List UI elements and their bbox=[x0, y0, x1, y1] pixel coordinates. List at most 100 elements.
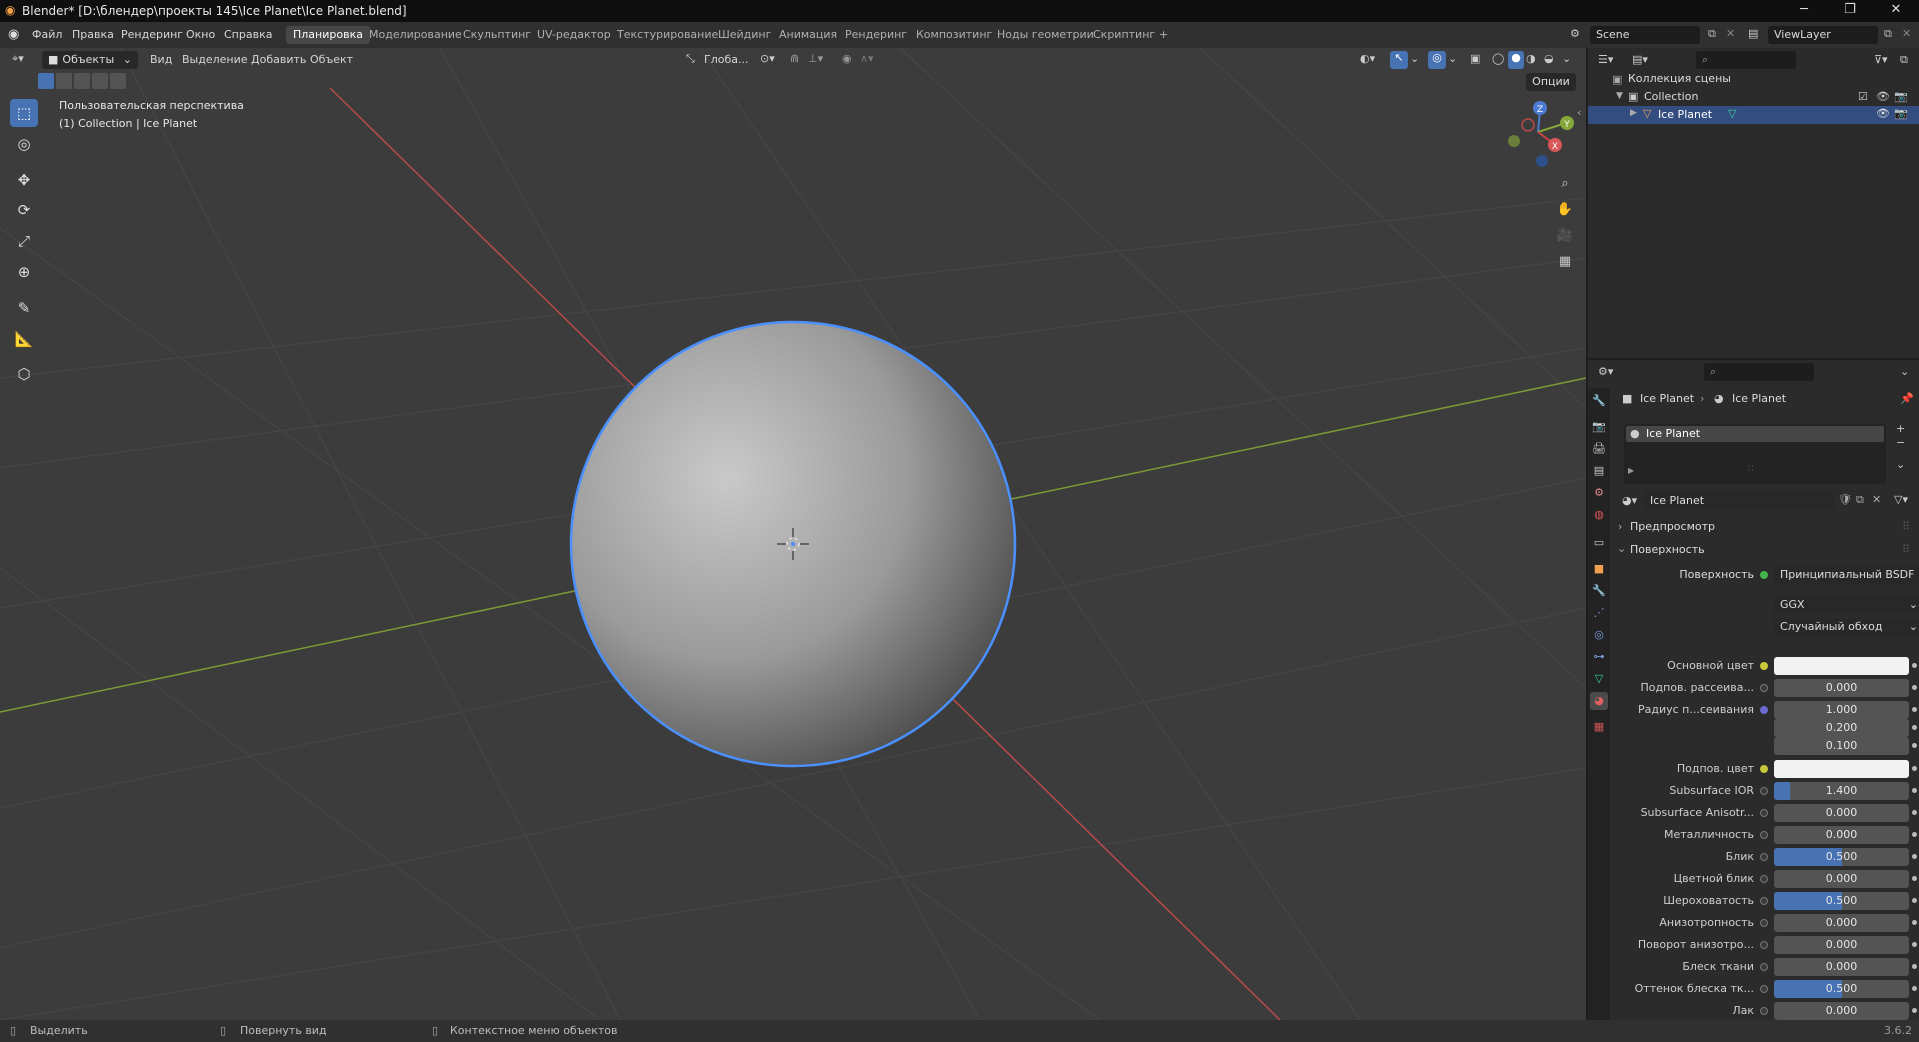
keyframe-dot-icon[interactable] bbox=[1912, 898, 1917, 903]
unlink-material-icon[interactable]: ✕ bbox=[1872, 493, 1881, 506]
object-render-icon[interactable]: 📷 bbox=[1894, 107, 1908, 120]
input-socket-icon[interactable] bbox=[1760, 897, 1768, 905]
tab-animation[interactable]: Анимация bbox=[772, 26, 844, 44]
link-mode-icon[interactable]: ▽▾ bbox=[1894, 493, 1908, 506]
number-field[interactable]: 0.000 bbox=[1774, 1002, 1909, 1020]
duplicate-material-icon[interactable]: ⧉ bbox=[1856, 493, 1864, 507]
collection-visibility-icon[interactable]: 👁 bbox=[1876, 90, 1890, 103]
input-socket-icon[interactable] bbox=[1760, 853, 1768, 861]
add-workspace-button[interactable]: + bbox=[1152, 26, 1175, 44]
keyframe-dot-icon[interactable] bbox=[1912, 964, 1917, 969]
gizmo-dropdown-icon[interactable]: ⌄ bbox=[1410, 52, 1419, 65]
collection-expand-icon[interactable]: ▼ bbox=[1616, 91, 1623, 101]
tab-texture-paint[interactable]: Текстурирование bbox=[610, 26, 725, 44]
slot-expand-icon[interactable]: ▶ bbox=[1628, 466, 1634, 475]
input-socket-icon[interactable] bbox=[1760, 662, 1768, 670]
tab-compositing[interactable]: Композитинг bbox=[909, 26, 999, 44]
drag-handle-icon[interactable]: ⠿ bbox=[1902, 520, 1910, 533]
color-swatch[interactable] bbox=[1774, 657, 1909, 675]
viewport-options-button[interactable]: Опции bbox=[1526, 73, 1576, 91]
number-field[interactable]: 1.000 bbox=[1774, 701, 1909, 719]
filter-icon[interactable]: ⊽▾ bbox=[1874, 53, 1888, 66]
pivot-point-icon[interactable]: ⊙▾ bbox=[760, 52, 775, 65]
distribution-selector[interactable]: GGX ⌄ bbox=[1774, 596, 1919, 614]
grid-projection-icon[interactable]: ▦ bbox=[1555, 252, 1575, 272]
viewport-menu-object[interactable]: Объект bbox=[310, 53, 353, 66]
object-visibility-icon[interactable]: 👁 bbox=[1876, 107, 1890, 120]
select-subtract-icon[interactable] bbox=[74, 73, 90, 89]
material-tab-icon[interactable]: ◕ bbox=[1590, 692, 1608, 710]
add-cube-tool-icon[interactable]: ⬡ bbox=[10, 360, 38, 388]
keyframe-dot-icon[interactable] bbox=[1912, 1008, 1917, 1013]
transform-orientation-selector[interactable]: Глоба... bbox=[704, 53, 748, 66]
tab-modeling[interactable]: Моделирование bbox=[362, 26, 469, 44]
tab-geometry-nodes[interactable]: Ноды геометрии bbox=[990, 26, 1101, 44]
tab-scripting[interactable]: Скриптинг bbox=[1086, 26, 1162, 44]
keyframe-dot-icon[interactable] bbox=[1912, 920, 1917, 925]
number-field[interactable]: 0.000 bbox=[1774, 804, 1909, 822]
number-field[interactable]: 0.000 bbox=[1774, 679, 1909, 697]
keyframe-dot-icon[interactable] bbox=[1912, 832, 1917, 837]
world-tab-icon[interactable]: ◍ bbox=[1590, 506, 1608, 524]
new-scene-icon[interactable]: ⧉ bbox=[1708, 27, 1716, 41]
number-field[interactable]: 0.200 bbox=[1774, 719, 1909, 737]
keyframe-dot-icon[interactable] bbox=[1912, 810, 1917, 815]
rendered-shading-icon[interactable]: ◒ bbox=[1544, 52, 1554, 65]
surface-panel-header[interactable]: ⌄ Поверхность ⠿ bbox=[1612, 541, 1917, 559]
collection-render-icon[interactable]: 📷 bbox=[1894, 90, 1908, 103]
constraints-tab-icon[interactable]: ⊶ bbox=[1590, 648, 1608, 666]
viewport-menu-select[interactable]: Выделение bbox=[182, 53, 248, 66]
input-socket-icon[interactable] bbox=[1760, 831, 1768, 839]
subsurface-method-selector[interactable]: Случайный обход ⌄ bbox=[1774, 618, 1919, 636]
select-extend-icon[interactable] bbox=[56, 73, 72, 89]
viewport-menu-view[interactable]: Вид bbox=[150, 53, 172, 66]
delete-view-layer-icon[interactable]: ✕ bbox=[1902, 27, 1911, 40]
tab-sculpting[interactable]: Скульптинг bbox=[456, 26, 538, 44]
object-expand-icon[interactable]: ▶ bbox=[1630, 108, 1637, 118]
solid-shading-icon[interactable]: ● bbox=[1508, 51, 1524, 69]
resize-handle-icon[interactable]: ∷ bbox=[1748, 464, 1754, 474]
tab-rendering[interactable]: Рендеринг bbox=[838, 26, 914, 44]
preview-panel-header[interactable]: › Предпросмотр ⠿ bbox=[1612, 518, 1917, 536]
add-slot-button[interactable]: + bbox=[1896, 422, 1905, 435]
input-socket-icon[interactable] bbox=[1760, 963, 1768, 971]
fake-user-icon[interactable]: 🛡 bbox=[1838, 493, 1852, 506]
input-socket-icon[interactable] bbox=[1760, 985, 1768, 993]
input-socket-icon[interactable] bbox=[1760, 875, 1768, 883]
tab-shading[interactable]: Шейдинг bbox=[711, 26, 778, 44]
menu-window[interactable]: Окно bbox=[186, 28, 215, 41]
color-swatch[interactable] bbox=[1774, 760, 1909, 778]
number-field[interactable]: 1.400 bbox=[1774, 782, 1909, 800]
outliner-search-input[interactable]: ⌕ bbox=[1696, 51, 1796, 69]
camera-icon[interactable]: 🎥 bbox=[1555, 226, 1575, 246]
wireframe-shading-icon[interactable]: ◯ bbox=[1492, 52, 1504, 65]
material-shading-icon[interactable]: ◑ bbox=[1526, 52, 1536, 65]
input-socket-icon[interactable] bbox=[1760, 1007, 1768, 1015]
keyframe-dot-icon[interactable] bbox=[1912, 725, 1917, 730]
view-layer-tab-icon[interactable]: ▤ bbox=[1590, 462, 1608, 480]
properties-search-input[interactable]: ⌕ bbox=[1704, 363, 1814, 381]
xray-icon[interactable]: ▣ bbox=[1470, 52, 1480, 65]
zoom-icon[interactable]: ⌕ bbox=[1555, 174, 1575, 194]
snap-target-icon[interactable]: ⊥▾ bbox=[808, 52, 823, 65]
keyframe-dot-icon[interactable] bbox=[1912, 942, 1917, 947]
scene-selector[interactable]: Scene bbox=[1590, 26, 1700, 44]
outliner-row-ice-planet[interactable]: ▶ ▽ Ice Planet ▽ 👁 📷 bbox=[1588, 106, 1919, 124]
keyframe-dot-icon[interactable] bbox=[1912, 986, 1917, 991]
close-button[interactable]: ✕ bbox=[1873, 0, 1919, 22]
properties-options-icon[interactable]: ⌄ bbox=[1900, 365, 1909, 378]
number-field[interactable]: 0.000 bbox=[1774, 914, 1909, 932]
scale-tool-icon[interactable]: ⤢ bbox=[10, 227, 38, 255]
menu-help[interactable]: Справка bbox=[224, 28, 272, 41]
mode-selector[interactable]: ■ Объекты ⌄ bbox=[42, 51, 138, 69]
modifier-tab-icon[interactable]: 🔧 bbox=[1590, 582, 1608, 600]
input-socket-icon[interactable] bbox=[1760, 706, 1768, 714]
viewport-menu-add[interactable]: Добавить bbox=[251, 53, 306, 66]
input-socket-icon[interactable] bbox=[1760, 765, 1768, 773]
outliner-editor-icon[interactable]: ☰▾ bbox=[1598, 53, 1613, 66]
keyframe-dot-icon[interactable] bbox=[1912, 685, 1917, 690]
collection-label[interactable]: Collection bbox=[1644, 90, 1698, 103]
pan-hand-icon[interactable]: ✋ bbox=[1555, 200, 1575, 220]
input-socket-icon[interactable] bbox=[1760, 787, 1768, 795]
navigation-gizmo[interactable]: Z Y X bbox=[1498, 98, 1578, 168]
